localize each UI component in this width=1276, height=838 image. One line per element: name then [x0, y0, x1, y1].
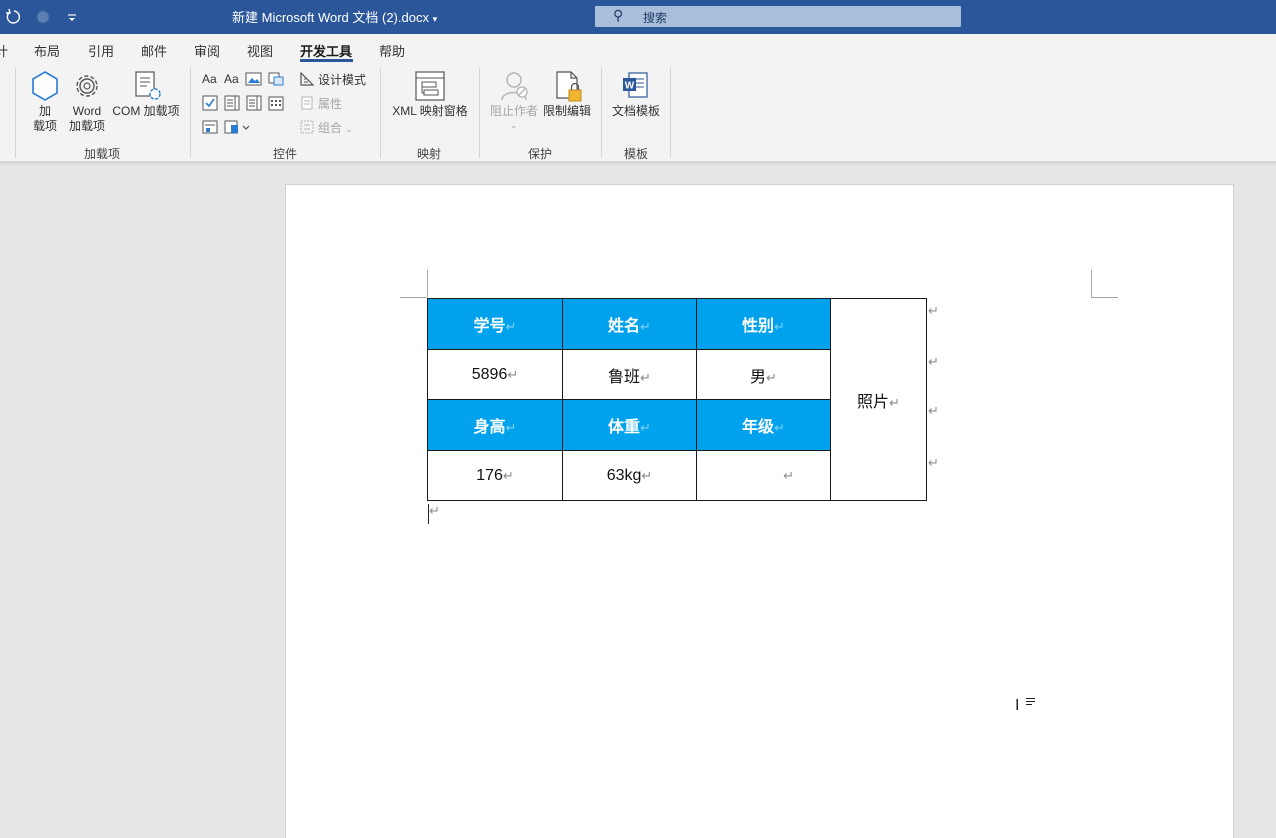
restrict-editing-button[interactable]: 限制编辑: [540, 104, 594, 119]
title-bar: 新建 Microsoft Word 文档 (2).docx ▾ ⚲ 搜索: [0, 0, 1276, 34]
design-mode-button[interactable]: 设计模式: [318, 73, 366, 87]
search-icon: ⚲: [613, 7, 624, 23]
table-cell[interactable]: ↵: [696, 450, 831, 501]
document-title[interactable]: 新建 Microsoft Word 文档 (2).docx ▾: [232, 7, 437, 26]
design-mode-icon: [299, 71, 315, 90]
tab-developer[interactable]: 开发工具: [300, 41, 352, 60]
hexagon-addins-icon: [30, 70, 60, 105]
combo-box-icon[interactable]: [224, 95, 240, 114]
click-and-type-icon: [1026, 698, 1035, 707]
group-icon: [300, 120, 314, 137]
ribbon-tabs: 计 布局 引用 邮件 审阅 视图 开发工具 帮助: [0, 34, 1276, 64]
xml-mapping-icon: [414, 70, 446, 105]
ribbon-separator: [15, 68, 16, 158]
end-of-row-mark: ↵: [928, 455, 939, 470]
ribbon-separator: [670, 68, 671, 158]
xml-mapping-pane-button[interactable]: XML 映射窗格: [388, 104, 472, 119]
table-cell[interactable]: 身高↵: [427, 399, 563, 451]
ribbon-separator: [190, 68, 191, 158]
customize-icon[interactable]: [66, 8, 78, 31]
rich-text-control-icon[interactable]: Aa: [202, 72, 217, 86]
com-addins-button[interactable]: COM 加载项: [108, 104, 184, 119]
search-placeholder: 搜索: [643, 11, 668, 25]
end-of-row-mark: ↵: [928, 303, 939, 318]
date-picker-icon[interactable]: [268, 95, 284, 114]
ribbon-shadow: [0, 162, 1276, 166]
addins-button[interactable]: 加 载项: [28, 104, 62, 134]
tab-help[interactable]: 帮助: [379, 41, 405, 60]
crop-mark: [400, 297, 427, 298]
plain-text-control-icon[interactable]: Aa: [224, 72, 239, 86]
tab-references[interactable]: 引用: [88, 41, 114, 60]
tab-review[interactable]: 审阅: [194, 41, 220, 60]
properties-icon: [300, 96, 314, 113]
block-authors-icon: [500, 70, 530, 105]
checkbox-control-icon[interactable]: [202, 95, 218, 114]
group-label-mapping: 映射: [417, 147, 442, 161]
ribbon-separator: [601, 68, 602, 158]
table-cell[interactable]: 体重↵: [562, 399, 697, 451]
table-cell[interactable]: 63kg↵: [562, 450, 697, 501]
word-addins-button[interactable]: Word 加载项: [64, 104, 110, 134]
block-authors-dropdown-icon[interactable]: ⌄: [510, 118, 518, 132]
autosave-icon[interactable]: [35, 8, 51, 31]
table-cell[interactable]: 176↵: [427, 450, 563, 501]
properties-button[interactable]: 属性: [318, 97, 342, 111]
tab-design-partial[interactable]: 计: [0, 41, 8, 60]
table-cell[interactable]: 男↵: [696, 349, 831, 400]
table-cell[interactable]: 学号↵: [427, 298, 563, 350]
ribbon-separator: [479, 68, 480, 158]
undo-icon[interactable]: [5, 8, 23, 31]
group-label-protect: 保护: [528, 147, 553, 161]
picture-control-icon[interactable]: [245, 71, 263, 90]
ribbon-separator: [380, 68, 381, 158]
word-template-icon: W: [621, 70, 651, 105]
photo-cell[interactable]: 照片↵: [830, 298, 927, 501]
table-cell[interactable]: 姓名↵: [562, 298, 697, 350]
table-cell[interactable]: 年级↵: [696, 399, 831, 451]
gear-icon: [71, 70, 103, 105]
block-authors-button[interactable]: 阻止作者: [487, 104, 541, 119]
tab-view[interactable]: 视图: [247, 41, 273, 60]
table-cell[interactable]: 5896↵: [427, 349, 563, 400]
tab-layout[interactable]: 布局: [34, 41, 60, 60]
crop-mark: [1091, 297, 1118, 298]
student-info-table[interactable]: 学号↵ 姓名↵ 性别↵ 照片↵ 5896↵ 鲁班↵ 男↵ 身高↵ 体重↵ 年级↵…: [427, 298, 927, 501]
crop-mark: [1091, 270, 1092, 297]
group-label-addins: 加载项: [84, 147, 121, 161]
paragraph-mark: ↵: [429, 503, 440, 518]
building-block-icon[interactable]: [267, 71, 285, 90]
crop-mark: [427, 270, 428, 297]
search-input[interactable]: ⚲ 搜索: [595, 6, 961, 27]
group-label-controls: 控件: [273, 147, 298, 161]
end-of-row-mark: ↵: [928, 403, 939, 418]
table-cell[interactable]: 性别↵: [696, 298, 831, 350]
group-label-templates: 模板: [624, 147, 649, 161]
svg-text:W: W: [625, 81, 635, 92]
com-addins-icon: [133, 70, 163, 105]
tab-mailings[interactable]: 邮件: [141, 41, 167, 60]
end-of-row-mark: ↵: [928, 354, 939, 369]
repeating-section-icon[interactable]: [202, 119, 218, 138]
restrict-editing-icon: [554, 70, 584, 107]
table-cell[interactable]: 鲁班↵: [562, 349, 697, 400]
legacy-tools-icon[interactable]: [224, 119, 250, 138]
ibeam-cursor-icon: I: [1015, 697, 1020, 714]
group-button[interactable]: 组合 ⌄: [318, 121, 353, 136]
active-tab-indicator: [300, 59, 353, 62]
document-template-button[interactable]: 文档模板: [609, 104, 663, 119]
dropdown-list-icon[interactable]: [246, 95, 262, 114]
